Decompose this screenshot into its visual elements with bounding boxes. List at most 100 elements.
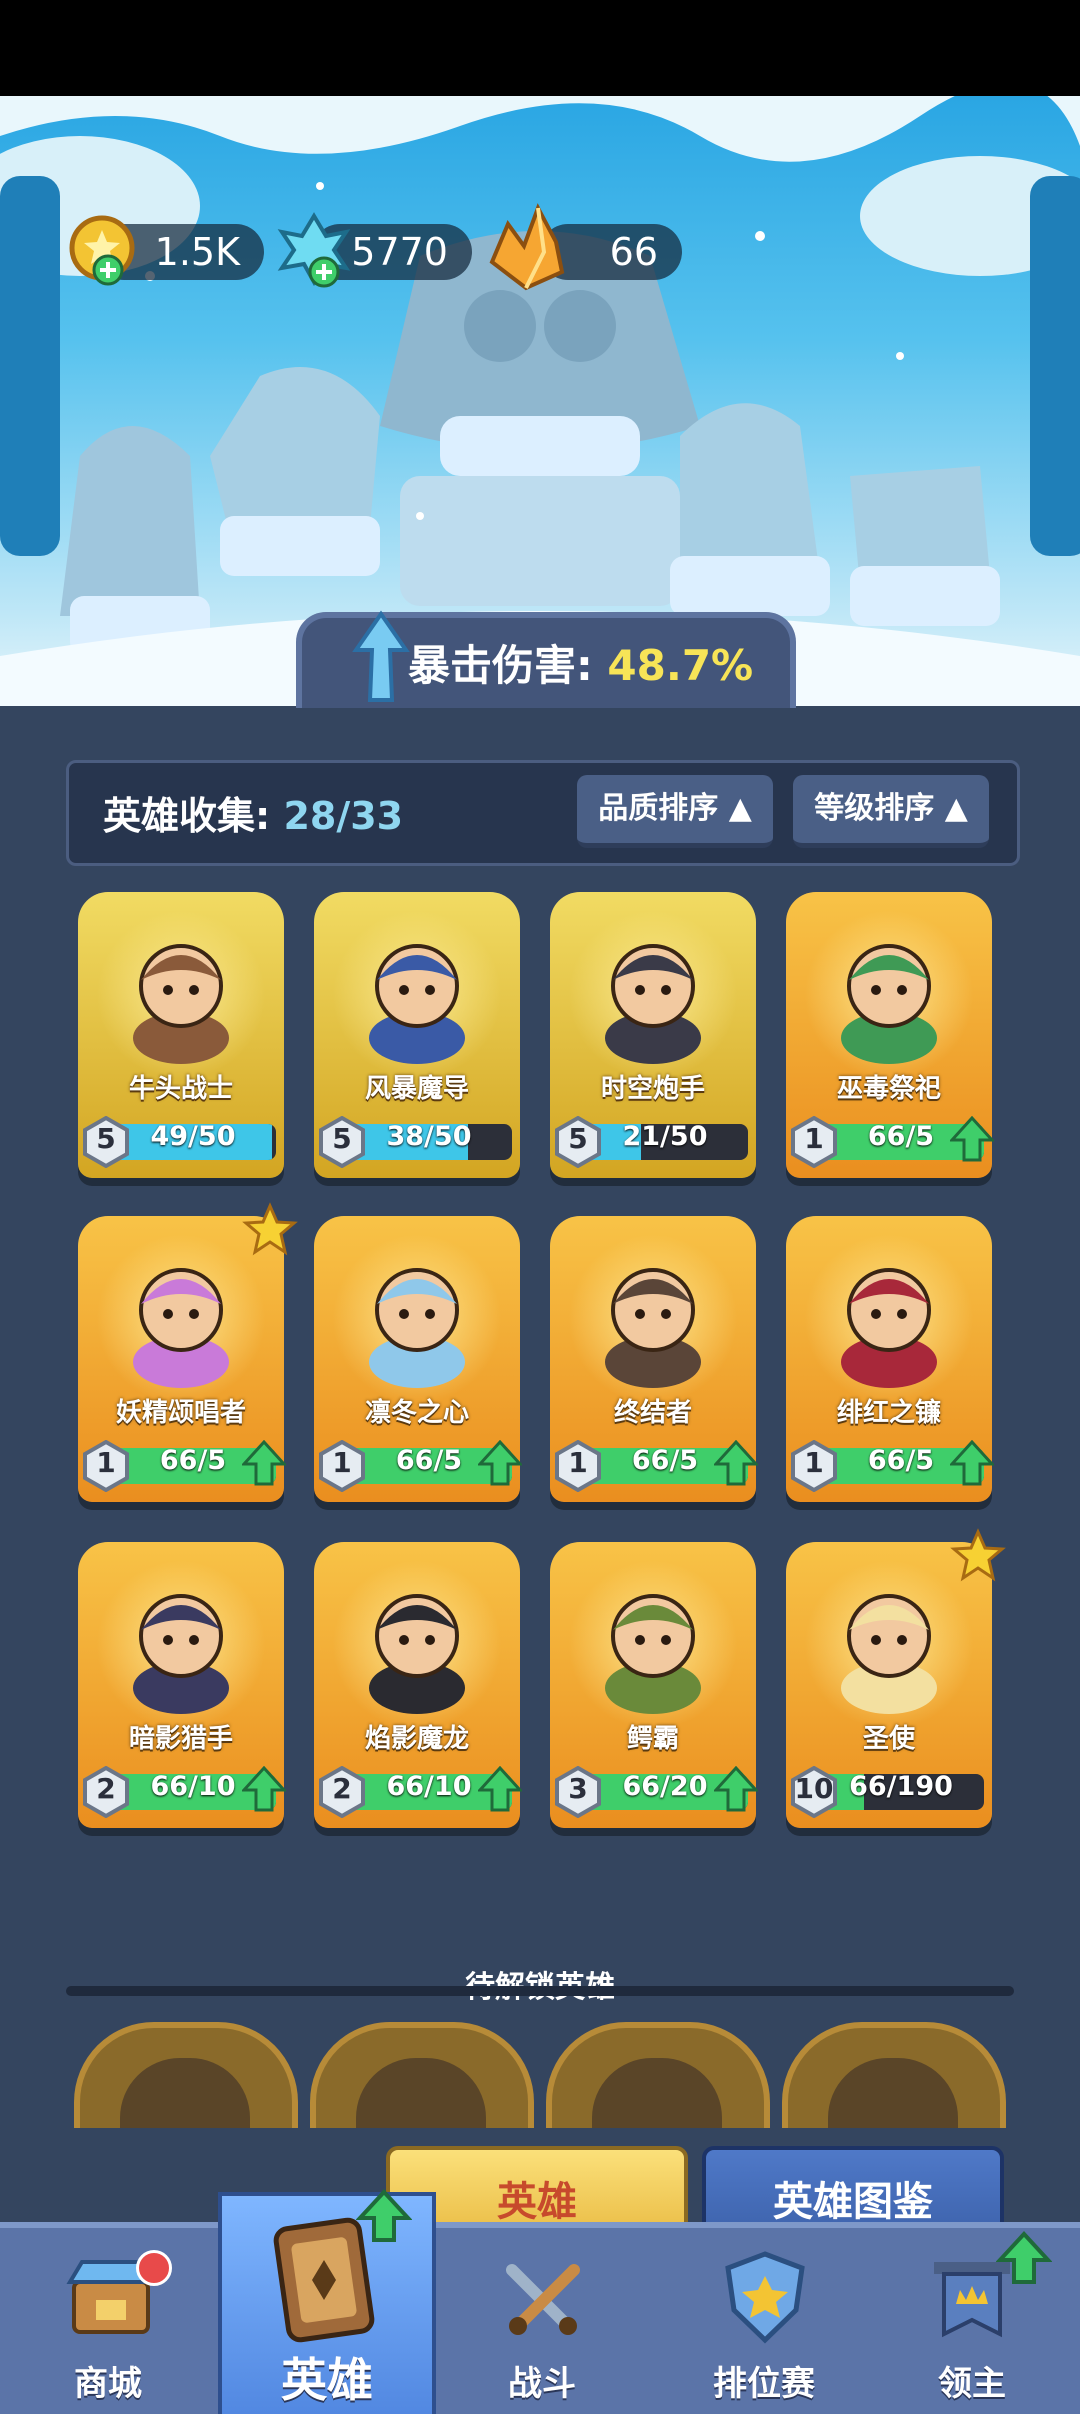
hero-name: 绯红之镰 <box>836 1398 941 1428</box>
hero-portrait <box>605 1594 701 1714</box>
green-up-arrow-icon <box>242 1766 286 1812</box>
crit-buff-label: 暴击伤害: <box>408 641 593 690</box>
hero-level-badge: 10 <box>790 1765 838 1819</box>
hero-shard-count: 49/50 <box>150 1121 236 1152</box>
sort-quality-label: 品质排序 <box>598 791 719 826</box>
hero-level: 5 <box>332 1122 352 1155</box>
hero-name: 圣使 <box>862 1724 915 1754</box>
hero-name: 焰影魔龙 <box>364 1724 469 1754</box>
crit-buff-value: 48.7% <box>607 641 754 690</box>
hero-level: 1 <box>568 1446 588 1479</box>
hero-portrait <box>369 1268 465 1388</box>
hero-shard-count: 66/20 <box>622 1771 708 1802</box>
green-up-arrow-icon <box>478 1440 522 1486</box>
hero-card[interactable]: 绯红之镰 1 66/5 <box>786 1216 994 1502</box>
crit-buff-text: 暴击伤害: 48.7% <box>408 632 753 693</box>
hero-level-badge: 1 <box>554 1439 602 1493</box>
hero-portrait <box>841 1594 937 1714</box>
hero-card[interactable]: 牛头战士 5 49/50 <box>78 892 284 1178</box>
collection-header: 英雄收集: 28/33 品质排序 ▲ 等级排序 ▲ <box>66 760 1020 866</box>
hero-card[interactable]: 凛冬之心 1 66/5 <box>314 1216 522 1502</box>
hero-card[interactable]: 焰影魔龙 2 66/10 <box>314 1542 522 1828</box>
hero-level: 5 <box>96 1122 116 1155</box>
hero-shard-count: 66/5 <box>867 1445 935 1476</box>
locked-hero-card[interactable] <box>74 2022 298 2128</box>
hero-name: 终结者 <box>613 1398 692 1428</box>
section-divider <box>66 1986 1014 1996</box>
nav-ranked[interactable]: 排位赛 <box>664 2228 864 2414</box>
hero-card[interactable]: 巫毒祭祀 1 66/5 <box>786 892 994 1178</box>
hero-card[interactable]: 鳄霸 3 66/20 <box>550 1542 758 1828</box>
hero-level: 5 <box>568 1122 588 1155</box>
hero-shard-count: 66/10 <box>386 1771 472 1802</box>
locked-heroes-title: 待解锁英雄 <box>0 1962 1080 2006</box>
hero-shard-count: 66/5 <box>631 1445 699 1476</box>
hero-level: 2 <box>96 1772 116 1805</box>
hero-name: 凛冬之心 <box>364 1398 469 1428</box>
hero-name: 妖精颂唱者 <box>115 1398 246 1428</box>
nav-lord[interactable]: 领主 <box>872 2228 1072 2414</box>
star-icon <box>242 1202 298 1256</box>
hero-level: 1 <box>96 1446 116 1479</box>
triangle-up-icon: ▲ <box>944 791 968 826</box>
hero-name: 时空炮手 <box>600 1074 705 1104</box>
bottom-nav: 商城 英雄 战斗 排位赛 领主 <box>0 2189 1080 2414</box>
green-up-arrow-icon <box>478 1766 522 1812</box>
hero-level-badge: 5 <box>82 1115 130 1169</box>
hero-name: 巫毒祭祀 <box>836 1074 941 1104</box>
orange-crystal-amount: 66 <box>609 230 658 274</box>
nav-heroes[interactable]: 英雄 <box>218 2189 436 2414</box>
hero-shard-count: 66/5 <box>159 1445 227 1476</box>
hero-card[interactable]: 时空炮手 5 21/50 <box>550 892 756 1178</box>
hero-shard-count: 38/50 <box>386 1121 472 1152</box>
green-up-arrow-icon <box>950 1440 994 1486</box>
hero-level-badge: 1 <box>318 1439 366 1493</box>
hero-name: 风暴魔导 <box>364 1074 469 1104</box>
hero-card[interactable]: 暗影猎手 2 66/10 <box>78 1542 286 1828</box>
hero-portrait <box>369 1594 465 1714</box>
locked-hero-card[interactable] <box>546 2022 770 2128</box>
locked-hero-card[interactable] <box>310 2022 534 2128</box>
nav-heroes-label: 英雄 <box>281 2353 373 2407</box>
sort-by-quality-button[interactable]: 品质排序 ▲ <box>577 775 773 848</box>
hero-card[interactable]: 圣使 10 66/190 <box>786 1528 1006 1828</box>
hero-level: 1 <box>804 1446 824 1479</box>
hero-level: 10 <box>794 1772 834 1805</box>
hero-level: 3 <box>568 1772 588 1805</box>
hero-level: 1 <box>804 1122 824 1155</box>
blue-crystal-amount: 5770 <box>351 230 448 274</box>
green-up-arrow-icon <box>356 2189 412 2242</box>
hero-shard-count: 21/50 <box>622 1121 708 1152</box>
hero-portrait <box>133 944 229 1064</box>
hero-portrait <box>605 1268 701 1388</box>
hero-card[interactable]: 风暴魔导 5 38/50 <box>314 892 520 1178</box>
green-up-arrow-icon <box>714 1766 758 1812</box>
hero-portrait <box>133 1268 229 1388</box>
nav-battle[interactable]: 战斗 <box>442 2228 642 2414</box>
triangle-up-icon: ▲ <box>728 791 752 826</box>
hero-shard-count: 66/5 <box>867 1121 935 1152</box>
green-up-arrow-icon <box>242 1440 286 1486</box>
hero-level-badge: 2 <box>318 1765 366 1819</box>
hero-card[interactable]: 终结者 1 66/5 <box>550 1216 758 1502</box>
hero-level-badge: 1 <box>82 1439 130 1493</box>
crossed-swords-icon <box>506 2264 580 2335</box>
sort-by-level-button[interactable]: 等级排序 ▲ <box>793 775 989 848</box>
green-up-arrow-icon <box>996 2231 1052 2284</box>
hero-level-badge: 2 <box>82 1765 130 1819</box>
green-up-arrow-icon <box>950 1116 994 1162</box>
nav-shop[interactable]: 商城 <box>8 2228 208 2414</box>
nav-ranked-label: 排位赛 <box>713 2364 815 2404</box>
star-icon <box>950 1528 1006 1582</box>
green-up-arrow-icon <box>714 1440 758 1486</box>
gold-amount: 1.5K <box>154 230 240 274</box>
locked-hero-card[interactable] <box>782 2022 1006 2128</box>
hero-screen: 1.5K 5770 66 暴击伤害: 48.7% 英雄收集: 28/33 品质排… <box>0 96 1080 2414</box>
hero-shard-count: 66/5 <box>395 1445 463 1476</box>
rank-shield-icon <box>725 2251 805 2344</box>
hero-card[interactable]: 妖精颂唱者 1 66/5 <box>78 1202 298 1502</box>
hero-shard-count: 66/190 <box>849 1771 953 1802</box>
hero-name: 鳄霸 <box>626 1724 679 1754</box>
collection-count: 28/33 <box>283 794 404 838</box>
hero-level-badge: 1 <box>790 1115 838 1169</box>
